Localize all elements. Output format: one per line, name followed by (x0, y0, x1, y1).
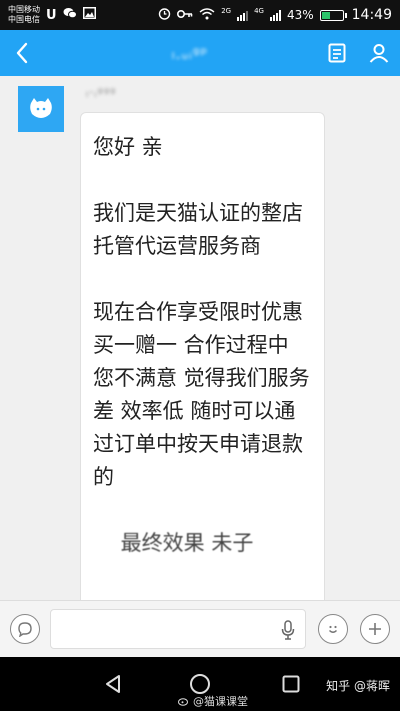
carrier-1: 中国移动 (8, 5, 40, 14)
message-bubble[interactable]: 您好 亲 我们是天猫认证的整店托管代运营服务商 现在合作享受限时优惠 买一赠一 … (80, 112, 325, 600)
zhihu-watermark: 知乎 @蒋晖 (326, 679, 390, 693)
chat-title: ₗ.ᵤᵢᵍᵖ (171, 43, 209, 63)
back-button[interactable] (0, 30, 44, 76)
chat-details-button[interactable] (316, 30, 358, 76)
recents-square-icon (282, 675, 300, 693)
network-type-1: 2G (221, 7, 232, 15)
sender-avatar[interactable] (18, 86, 64, 132)
wechat-icon (63, 7, 77, 23)
notification-icons: U (46, 7, 96, 23)
key-icon (177, 8, 193, 22)
cat-mascot-icon (30, 98, 52, 118)
weibo-watermark-text: @猫课课堂 (193, 695, 248, 708)
chat-message-list[interactable]: ₗ·ᵢᵍᵍᵍ 您好 亲 我们是天猫认证的整店托管代运营服务商 现在合作享受限时优… (0, 76, 400, 600)
sender-name: ₗ·ᵢᵍᵍᵍ (86, 86, 117, 101)
nav-back-button[interactable] (100, 671, 126, 697)
carrier-2: 中国电信 (8, 15, 40, 24)
profile-button[interactable] (358, 30, 400, 76)
message-paragraph: 现在合作享受限时优惠 买一赠一 合作过程中 您不满意 觉得我们服务差 效率低 随… (93, 300, 310, 489)
system-nav-bar: @猫课课堂 知乎 @蒋晖 (0, 657, 400, 711)
weibo-icon (178, 698, 188, 706)
microphone-icon[interactable] (281, 620, 295, 640)
battery-icon (319, 9, 347, 21)
battery-percent: 43% (286, 8, 314, 22)
battery-fill (321, 11, 330, 19)
emoji-icon (329, 625, 337, 633)
message-text-field[interactable] (59, 610, 269, 648)
chevron-left-icon (16, 42, 28, 64)
message-paragraph: 您好 亲 (93, 135, 163, 159)
status-bar: 中国移动 中国电信 U 2G 4G 43% 14:49 (0, 0, 400, 30)
clock: 14:49 (351, 7, 392, 23)
voice-toggle-button[interactable] (10, 614, 40, 644)
u-notification-icon: U (46, 7, 57, 23)
network-type-2: 4G (254, 7, 264, 15)
signal-strength-1-icon (237, 9, 249, 21)
status-right: 2G 4G 43% 14:49 (158, 7, 392, 23)
carrier-labels: 中国移动 中国电信 (8, 5, 40, 25)
document-icon (328, 43, 346, 63)
person-icon (369, 44, 389, 63)
weibo-watermark: @猫课课堂 (178, 693, 248, 709)
home-circle-icon (190, 674, 210, 694)
emoji-button[interactable] (318, 614, 348, 644)
voice-bubble-icon (18, 622, 32, 637)
alarm-icon (158, 7, 171, 23)
more-actions-button[interactable] (360, 614, 390, 644)
wifi-icon (199, 7, 215, 23)
message-input[interactable] (50, 609, 306, 649)
signal-strength-2-icon (269, 9, 281, 21)
back-triangle-icon (106, 675, 120, 693)
gallery-icon (82, 7, 96, 23)
nav-recents-button[interactable] (278, 671, 304, 697)
message-paragraph: 我们是天猫认证的整店托管代运营服务商 (93, 201, 303, 258)
chat-header: ₗ.ᵤᵢᵍᵖ (0, 30, 400, 76)
message-input-bar (0, 600, 400, 657)
plus-icon (369, 623, 381, 635)
message-paragraph: 最终效果 未子 (93, 531, 254, 555)
